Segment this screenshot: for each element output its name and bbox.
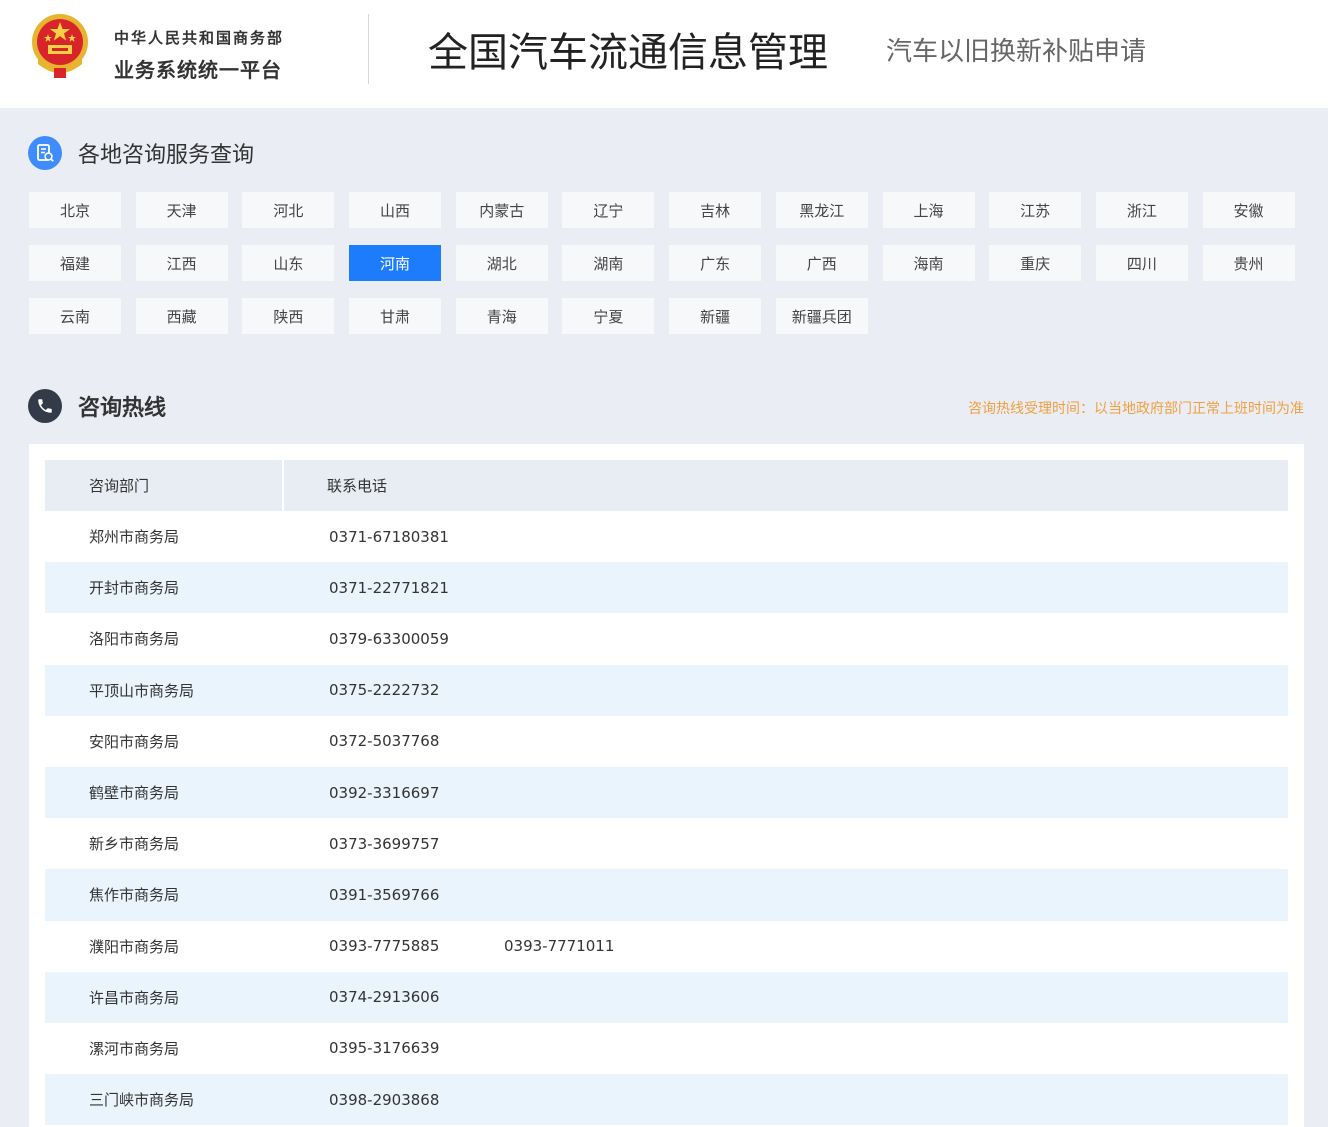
region-button[interactable]: 宁夏 [562, 298, 655, 334]
phone-icon [28, 389, 62, 423]
region-button[interactable]: 西藏 [135, 298, 228, 334]
table-row: 平顶山市商务局 0375-2222732 [45, 664, 1288, 716]
hotline-section-title: 咨询热线 [78, 396, 167, 421]
phone-cell: 0371-67180381 [329, 527, 449, 546]
phone-cell: 0371-22771821 [329, 578, 449, 597]
region-button[interactable]: 湖北 [455, 245, 548, 281]
region-button[interactable]: 青海 [455, 298, 548, 334]
department-cell: 三门峡市商务局 [89, 1091, 195, 1110]
department-cell: 漯河市商务局 [89, 1039, 180, 1058]
org-name: 中华人民共和国商务部 [114, 29, 285, 47]
table-row: 新乡市商务局 0373-3699757 [45, 818, 1288, 869]
department-cell: 开封市商务局 [89, 579, 180, 598]
table-body: 郑州市商务局 0371-67180381 开封市商务局 0371-22771821 洛阳… [45, 511, 1288, 1126]
region-button[interactable]: 广东 [669, 245, 762, 281]
region-button[interactable]: 江西 [135, 245, 228, 281]
phone-cell: 0393-7775885 [329, 937, 440, 956]
secondary-phone-cell: 0393-7771011 [504, 937, 615, 956]
page-header: 中华人民共和国商务部 业务系统统一平台 全国汽车流通信息管理 汽车以旧换新补贴申… [0, 0, 1328, 108]
region-button[interactable]: 湖南 [562, 245, 655, 281]
table-row: 漯河市商务局 0395-3176639 [45, 1023, 1288, 1074]
table-row: 许昌市商务局 0374-2913606 [45, 971, 1288, 1023]
region-button[interactable]: 陕西 [242, 298, 335, 334]
region-button[interactable]: 海南 [882, 245, 975, 281]
department-cell: 平顶山市商务局 [89, 681, 195, 700]
table-row: 郑州市商务局 0371-67180381 [45, 511, 1288, 562]
header-divider [368, 14, 369, 84]
regions-section-header: 各地咨询服务查询 [28, 136, 254, 170]
region-button[interactable]: 上海 [882, 192, 975, 228]
region-button[interactable]: 河北 [242, 192, 335, 228]
region-button[interactable]: 福建 [29, 245, 121, 281]
regions-section-title: 各地咨询服务查询 [78, 143, 255, 168]
table-row: 鹤壁市商务局 0392-3316697 [45, 766, 1288, 819]
table-row: 安阳市商务局 0372-5037768 [45, 716, 1288, 767]
region-button[interactable]: 安徽 [1202, 192, 1295, 228]
phone-cell: 0372-5037768 [329, 732, 440, 751]
region-button[interactable]: 吉林 [669, 192, 762, 228]
page-subtitle: 汽车以旧换新补贴申请 [886, 37, 1147, 67]
region-button[interactable]: 广西 [775, 245, 868, 281]
region-button[interactable]: 山东 [242, 245, 335, 281]
phone-cell: 0391-3569766 [329, 885, 440, 904]
phone-cell: 0395-3176639 [329, 1039, 440, 1058]
region-button[interactable]: 河南 [349, 245, 442, 281]
department-cell: 郑州市商务局 [89, 528, 180, 547]
phone-cell: 0373-3699757 [329, 834, 440, 853]
hotline-hours-note: 咨询热线受理时间：以当地政府部门正常上班时间为准 [968, 401, 1304, 417]
hotline-table: 咨询部门 联系电话 郑州市商务局 0371-67180381 开封市商务局 0371-… [45, 460, 1288, 1126]
platform-name: 业务系统统一平台 [114, 58, 282, 82]
hotline-section-header: 咨询热线 [28, 389, 166, 423]
phone-cell: 0374-2913606 [329, 988, 440, 1007]
phone-cell: 0392-3316697 [329, 783, 440, 802]
region-button[interactable]: 云南 [29, 298, 121, 334]
region-button[interactable]: 黑龙江 [775, 192, 868, 228]
hotline-table-container: 咨询部门 联系电话 郑州市商务局 0371-67180381 开封市商务局 0371-… [29, 444, 1304, 1127]
phone-cell: 0375-2222732 [329, 681, 440, 700]
table-header: 咨询部门 联系电话 [45, 460, 1288, 511]
page-title: 全国汽车流通信息管理 [428, 30, 828, 76]
region-button[interactable]: 新疆 [669, 298, 762, 334]
table-row: 开封市商务局 0371-22771821 [45, 562, 1288, 614]
department-cell: 濮阳市商务局 [89, 937, 180, 956]
service-query-icon [28, 136, 62, 170]
department-cell: 鹤壁市商务局 [89, 784, 180, 803]
national-emblem-icon [32, 14, 88, 78]
table-row: 焦作市商务局 0391-3569766 [45, 869, 1288, 921]
department-cell: 新乡市商务局 [89, 835, 180, 854]
region-button[interactable]: 山西 [349, 192, 442, 228]
table-row: 洛阳市商务局 0379-63300059 [45, 613, 1288, 664]
region-button[interactable]: 内蒙古 [455, 192, 548, 228]
region-button[interactable]: 浙江 [1095, 192, 1188, 228]
region-button[interactable]: 甘肃 [349, 298, 442, 334]
region-button[interactable]: 北京 [29, 192, 121, 228]
column-header-phone: 联系电话 [327, 477, 388, 495]
department-cell: 许昌市商务局 [89, 988, 180, 1007]
region-selector: 北京 天津 河北 山西 内蒙古 辽宁 吉林 黑龙江 上海 江苏 浙江 安徽福建 江西 山东 河南 湖北 湖南 广东… [29, 192, 1305, 334]
region-button[interactable]: 辽宁 [562, 192, 655, 228]
department-cell: 焦作市商务局 [89, 886, 180, 905]
phone-cell: 0379-63300059 [329, 629, 449, 648]
region-button[interactable]: 四川 [1095, 245, 1188, 281]
region-button[interactable]: 江苏 [989, 192, 1082, 228]
department-cell: 洛阳市商务局 [89, 630, 180, 649]
table-row: 三门峡市商务局 0398-2903868 [45, 1074, 1288, 1126]
department-cell: 安阳市商务局 [89, 732, 180, 751]
region-button[interactable]: 天津 [135, 192, 228, 228]
region-button[interactable]: 重庆 [989, 245, 1082, 281]
column-header-department: 咨询部门 [45, 460, 284, 511]
phone-cell: 0398-2903868 [329, 1090, 440, 1109]
region-button[interactable]: 贵州 [1202, 245, 1295, 281]
region-button[interactable]: 新疆兵团 [775, 298, 868, 334]
table-row: 濮阳市商务局 0393-7775885 0393-7771011 [45, 921, 1288, 972]
